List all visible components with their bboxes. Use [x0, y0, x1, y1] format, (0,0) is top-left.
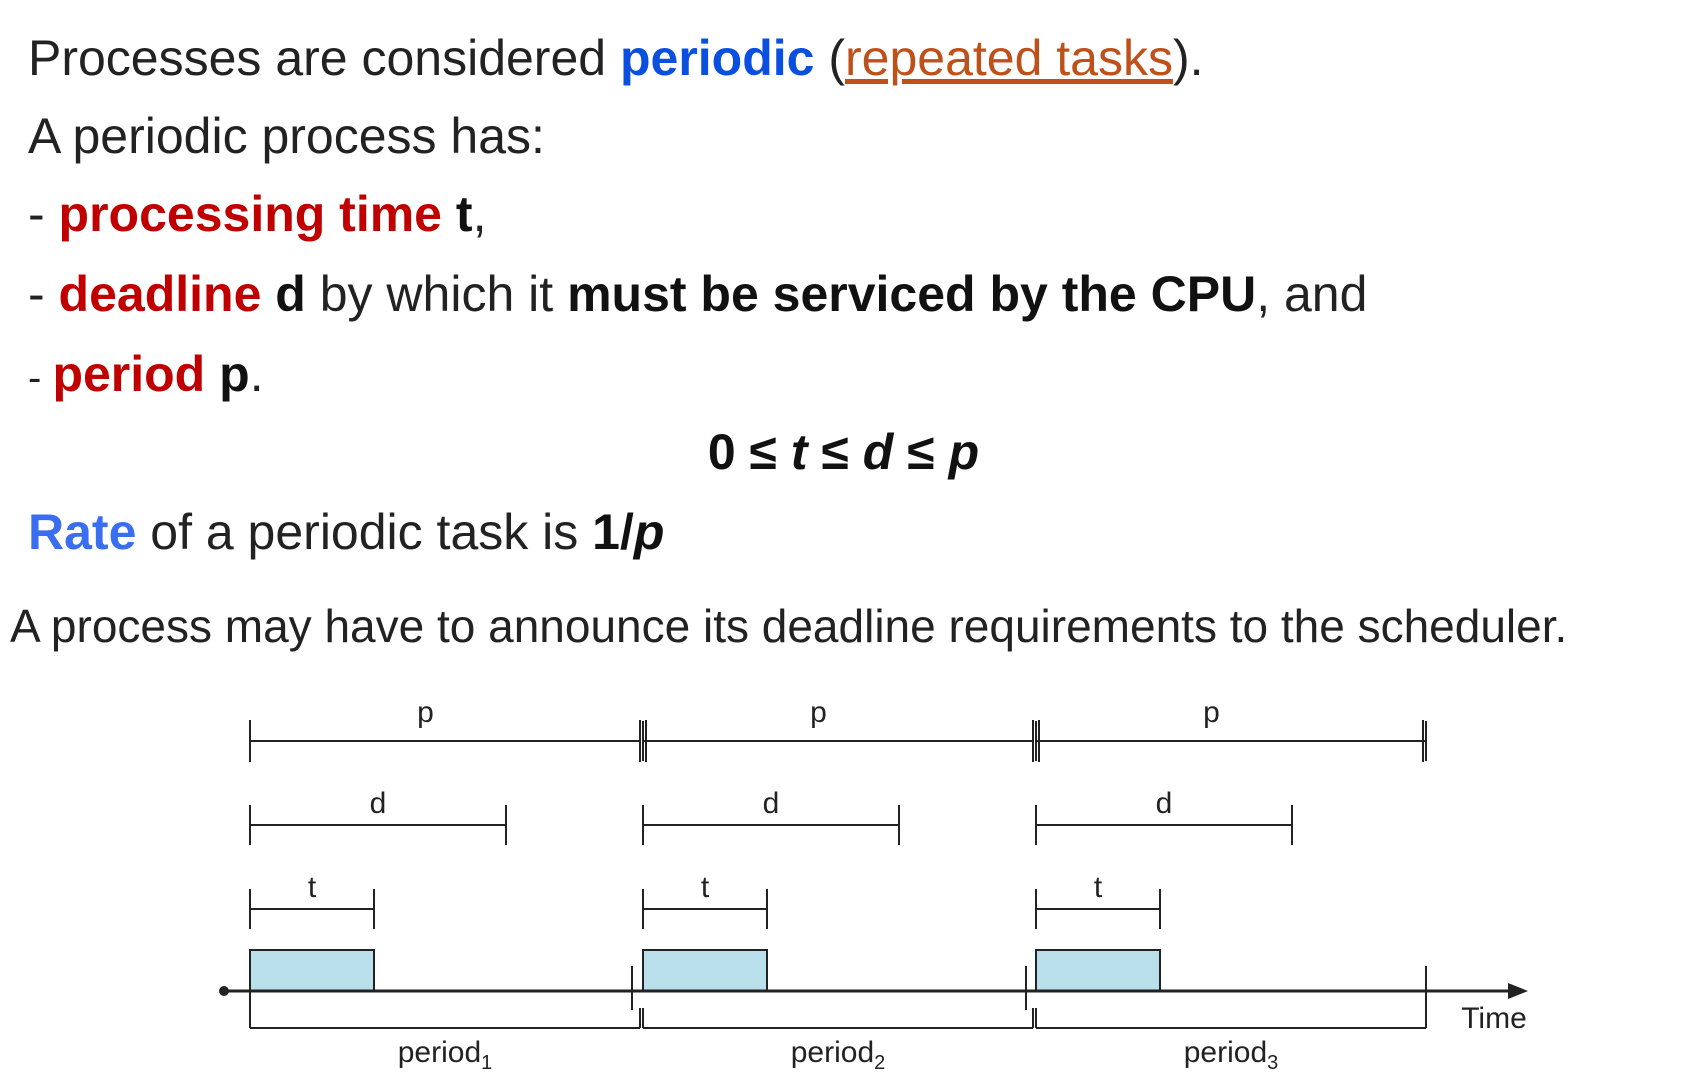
- execution-box-2: [642, 949, 768, 992]
- t-label-1: t: [308, 871, 317, 904]
- period-label-2: period2: [791, 1036, 886, 1074]
- diagram-content: pdtperiod1pdtperiod2pdtperiod3Time: [219, 696, 1528, 1074]
- t-label-2: t: [701, 871, 710, 904]
- time-axis-arrowhead: [1508, 983, 1528, 999]
- d-label-2: d: [763, 787, 780, 820]
- d-label-1: d: [370, 787, 387, 820]
- p-label-1: p: [417, 696, 434, 729]
- period-label-word: period: [791, 1036, 874, 1069]
- p-label-3: p: [1203, 696, 1220, 729]
- t-label-3: t: [1094, 871, 1103, 904]
- p-label-2: p: [810, 696, 827, 729]
- execution-box-3: [1035, 949, 1161, 992]
- periodic-timing-diagram: pdtperiod1pdtperiod2pdtperiod3Time: [219, 696, 1528, 1074]
- execution-box-1: [249, 949, 375, 992]
- d-label-3: d: [1156, 787, 1173, 820]
- period-label-subscript: 3: [1267, 1052, 1278, 1074]
- period-label-subscript: 1: [481, 1052, 492, 1074]
- period-label-3: period3: [1184, 1036, 1279, 1074]
- period-label-subscript: 2: [874, 1052, 885, 1074]
- period-label-word: period: [398, 1036, 481, 1069]
- time-axis-label: Time: [1461, 1002, 1527, 1035]
- period-label-word: period: [1184, 1036, 1267, 1069]
- period-label-1: period1: [398, 1036, 493, 1074]
